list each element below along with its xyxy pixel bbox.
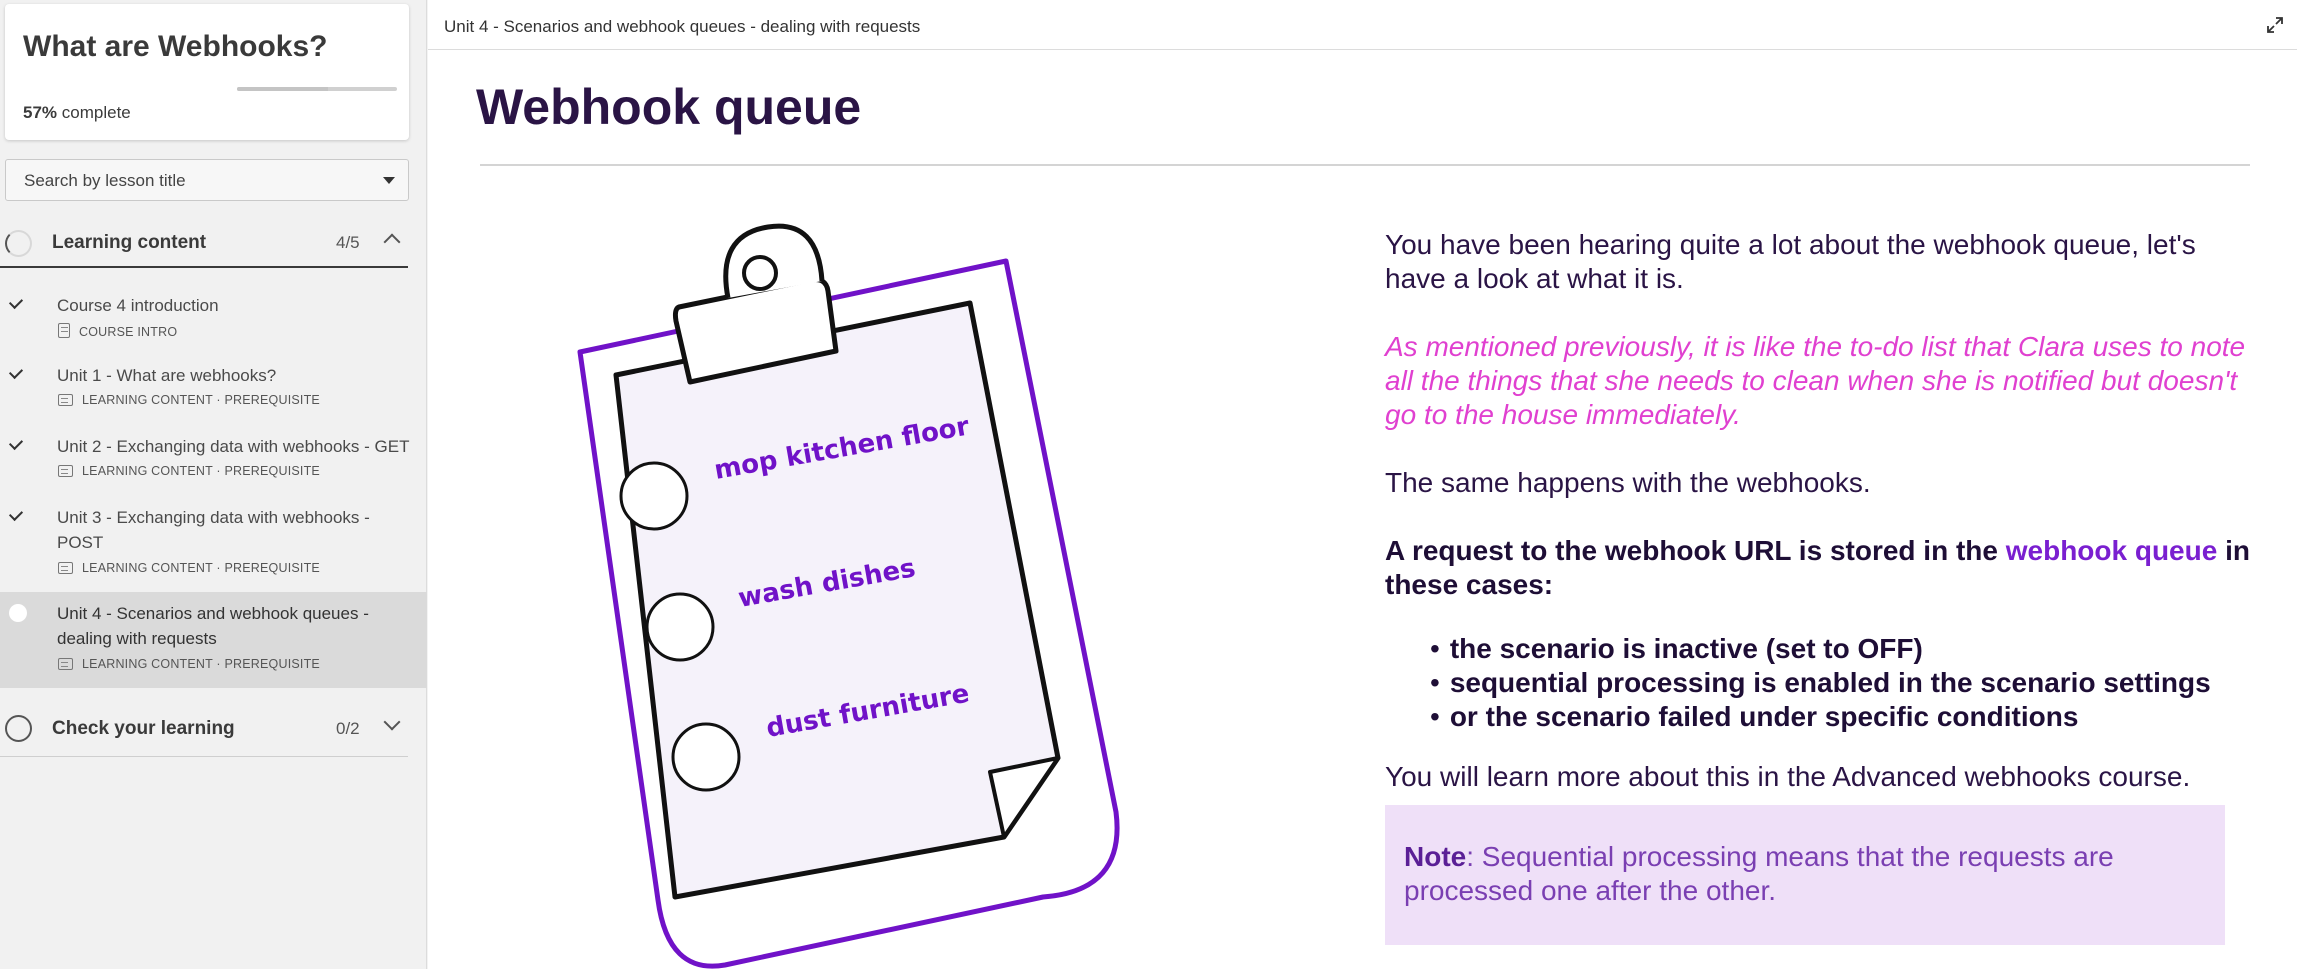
lesson-item-unit-1[interactable]: Unit 1 - What are webhooks? LEARNING CON… [0, 360, 427, 418]
page-title: Webhook queue [476, 79, 862, 135]
check-icon [8, 435, 24, 451]
content-icon [58, 465, 73, 477]
sidebar: What are Webhooks? 57% complete Search b… [0, 0, 427, 969]
section-count: 0/2 [336, 719, 360, 738]
note-text: Note: Sequential processing means that t… [1404, 841, 2114, 906]
section-title: Check your learning [52, 718, 235, 739]
section-title: Learning content [52, 232, 207, 253]
lesson-title: Unit 2 - Exchanging data with webhooks -… [57, 437, 410, 456]
progress-bar-fill [237, 87, 329, 91]
course-title: What are Webhooks? [23, 30, 328, 63]
lesson-search-select[interactable]: Search by lesson title [5, 159, 409, 201]
lesson-item-unit-3[interactable]: Unit 3 - Exchanging data with webhooks -… [0, 502, 427, 586]
lesson-topbar: Unit 4 - Scenarios and webhook queues - … [428, 0, 2297, 50]
lesson-title: Unit 4 - Scenarios and webhook queues - … [57, 604, 369, 648]
paragraph-cases: A request to the webhook URL is stored i… [1385, 535, 2250, 600]
section-count: 4/5 [336, 233, 360, 252]
main-content: Unit 4 - Scenarios and webhook queues - … [428, 0, 2297, 969]
check-icon [8, 506, 24, 522]
paragraph-intro: You have been hearing quite a lot about … [1385, 229, 2196, 294]
lesson-meta: LEARNING CONTENT · PREREQUISITE [58, 393, 320, 407]
lesson-item-course-intro[interactable]: Course 4 introduction COURSE INTRO [0, 290, 427, 348]
paragraph-same: The same happens with the webhooks. [1385, 467, 1871, 498]
expand-icon[interactable] [2265, 15, 2285, 35]
lesson-title: Unit 3 - Exchanging data with webhooks -… [57, 508, 370, 552]
lesson-title: Unit 1 - What are webhooks? [57, 366, 277, 385]
lesson-meta: COURSE INTRO [58, 323, 177, 339]
chevron-up-icon[interactable] [383, 233, 401, 251]
content-icon [58, 394, 73, 406]
list-item: sequential processing is enabled in the … [1430, 666, 2211, 700]
course-card: What are Webhooks? 57% complete [5, 4, 409, 140]
check-icon [8, 364, 24, 380]
current-lesson-dot-icon [9, 604, 27, 622]
search-placeholder: Search by lesson title [24, 171, 186, 190]
webhook-queue-highlight: webhook queue [2005, 535, 2218, 566]
lesson-meta: LEARNING CONTENT · PREREQUISITE [58, 657, 320, 671]
lesson-item-unit-4[interactable]: Unit 4 - Scenarios and webhook queues - … [0, 592, 427, 688]
section-learning-content[interactable]: Learning content 4/5 [0, 218, 408, 268]
caret-down-icon [383, 177, 395, 184]
list-item: the scenario is inactive (set to OFF) [1430, 632, 2211, 666]
chevron-down-icon[interactable] [383, 713, 401, 731]
progress-bar [237, 87, 397, 91]
lesson-title: Course 4 introduction [57, 296, 219, 315]
progress-percent: 57% [23, 103, 58, 122]
progress-ring-icon [5, 715, 32, 742]
content-icon [58, 658, 73, 670]
document-icon [58, 323, 70, 338]
progress-label: 57% complete [23, 103, 131, 123]
note-box: Note: Sequential processing means that t… [1385, 805, 2225, 945]
progress-suffix: complete [61, 103, 131, 122]
lesson-meta: LEARNING CONTENT · PREREQUISITE [58, 561, 320, 575]
title-divider [480, 164, 2250, 166]
progress-ring-icon [5, 230, 32, 257]
clipboard-illustration: mop kitchen floor wash dishes dust furni… [568, 215, 1128, 969]
list-item: or the scenario failed under specific co… [1430, 700, 2211, 734]
paragraph-advanced: You will learn more about this in the Ad… [1385, 761, 2191, 792]
check-icon [8, 294, 24, 310]
lesson-meta: LEARNING CONTENT · PREREQUISITE [58, 464, 320, 478]
paragraph-analogy: As mentioned previously, it is like the … [1385, 331, 2246, 430]
lesson-item-unit-2[interactable]: Unit 2 - Exchanging data with webhooks -… [0, 431, 427, 489]
section-check-your-learning[interactable]: Check your learning 0/2 [0, 703, 408, 757]
cases-list: the scenario is inactive (set to OFF) se… [1430, 632, 2211, 734]
content-icon [58, 562, 73, 574]
topbar-title: Unit 4 - Scenarios and webhook queues - … [444, 17, 921, 36]
